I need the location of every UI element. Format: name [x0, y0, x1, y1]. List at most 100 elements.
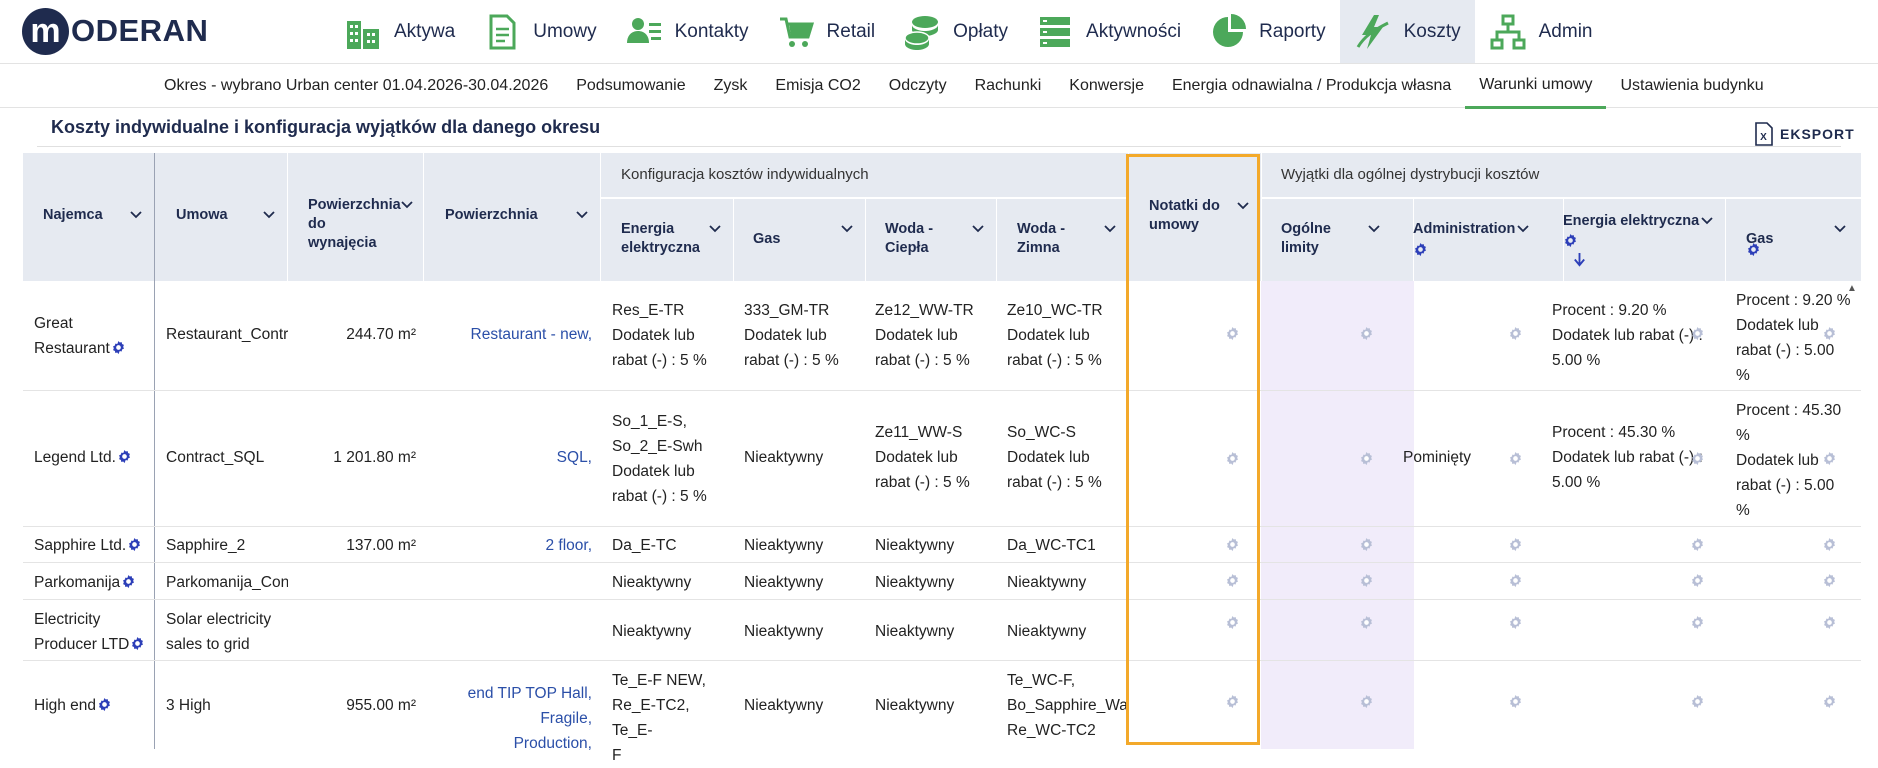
- gear-icon[interactable]: [1508, 537, 1523, 552]
- table-row[interactable]: Legend Ltd.: [34, 445, 132, 470]
- water-cold-cell[interactable]: Nieaktywny: [1007, 619, 1086, 644]
- gas-cell[interactable]: Nieaktywny: [744, 619, 823, 644]
- gas-cell[interactable]: Nieaktywny: [744, 533, 823, 558]
- gear-icon[interactable]: [1413, 242, 1428, 257]
- chevron-down-icon[interactable]: [1834, 225, 1846, 233]
- gear-icon[interactable]: [1563, 233, 1578, 248]
- gas-cell[interactable]: Nieaktywny: [744, 570, 823, 595]
- gas-cell[interactable]: Nieaktywny: [744, 693, 823, 718]
- chevron-down-icon[interactable]: [1701, 217, 1713, 225]
- energy-cell[interactable]: Da_E-TC: [612, 533, 677, 558]
- period-selector[interactable]: Okres - wybrano Urban center 01.04.2026-…: [150, 64, 562, 109]
- tab-emisja-co2[interactable]: Emisja CO2: [761, 64, 874, 109]
- gear-icon[interactable]: [1690, 326, 1705, 341]
- water-hot-cell[interactable]: Nieaktywny: [875, 693, 954, 718]
- chevron-down-icon[interactable]: [841, 225, 853, 233]
- gear-icon[interactable]: [97, 697, 112, 712]
- gear-icon[interactable]: [1508, 615, 1523, 630]
- nav-item-umowy[interactable]: Umowy: [469, 0, 610, 63]
- water-hot-cell[interactable]: Ze12_WW-TR Dodatek lub rabat (-) : 5 %: [875, 298, 974, 373]
- chevron-down-icon[interactable]: [972, 225, 984, 233]
- chevron-down-icon[interactable]: [130, 211, 142, 219]
- col-header-area[interactable]: Powierzchnia: [445, 206, 538, 225]
- gear-icon[interactable]: [1822, 326, 1837, 341]
- gear-icon[interactable]: [1746, 242, 1761, 257]
- col-header-water-cold[interactable]: Woda - Zimna: [1017, 220, 1087, 258]
- table-row[interactable]: High end: [34, 693, 112, 718]
- col-header-exc-energy[interactable]: Energia elektryczna: [1563, 212, 1699, 231]
- energy-cell[interactable]: So_1_E-S, So_2_E-Swh Dodatek lub rabat (-) …: [612, 409, 707, 509]
- gear-icon[interactable]: [1690, 537, 1705, 552]
- water-cold-cell[interactable]: Te_WC-F, Bo_Sapphire_Wat Re_WC-TC2: [1007, 668, 1129, 743]
- gear-icon[interactable]: [1508, 694, 1523, 709]
- water-hot-cell[interactable]: Nieaktywny: [875, 533, 954, 558]
- area-link[interactable]: 2 floor,: [423, 533, 592, 558]
- chevron-down-icon[interactable]: [1517, 225, 1529, 233]
- col-header-energy[interactable]: Energia elektryczna: [621, 220, 711, 258]
- gear-icon[interactable]: [111, 340, 126, 355]
- water-hot-cell[interactable]: Ze11_WW-S Dodatek lub rabat (-) : 5 %: [875, 420, 970, 495]
- gear-icon[interactable]: [127, 537, 142, 552]
- water-hot-cell[interactable]: Nieaktywny: [875, 570, 954, 595]
- gear-icon[interactable]: [1690, 615, 1705, 630]
- exc-gas-cell[interactable]: Procent : 9.20 % Dodatek lub rabat (-) : 5…: [1736, 288, 1856, 388]
- tab-podsumowanie[interactable]: Podsumowanie: [562, 64, 699, 109]
- gear-icon[interactable]: [1822, 573, 1837, 588]
- table-row[interactable]: Sapphire Ltd.: [34, 533, 142, 558]
- gas-cell[interactable]: Nieaktywny: [744, 445, 823, 470]
- table-row[interactable]: Parkomanija: [34, 570, 136, 595]
- col-header-gas[interactable]: Gas: [753, 230, 780, 249]
- contract-name[interactable]: Solar electricity sales to grid: [166, 607, 286, 657]
- col-header-tenant[interactable]: Najemca: [43, 206, 103, 225]
- nav-item-raporty[interactable]: Raporty: [1195, 0, 1340, 63]
- gear-icon[interactable]: [1508, 451, 1523, 466]
- gear-icon[interactable]: [1508, 326, 1523, 341]
- tab-energia-odnawialna[interactable]: Energia odnawialna / Produkcja własna: [1158, 64, 1465, 109]
- table-row[interactable]: Electricity Producer LTD: [34, 607, 154, 657]
- col-header-rentable-area[interactable]: Powierzchnia do wynajęcia: [308, 196, 401, 253]
- energy-cell[interactable]: Nieaktywny: [612, 570, 691, 595]
- chevron-down-icon[interactable]: [1368, 225, 1380, 233]
- gear-icon[interactable]: [1690, 694, 1705, 709]
- chevron-down-icon[interactable]: [401, 201, 413, 209]
- col-header-administration[interactable]: Administration: [1413, 220, 1515, 239]
- nav-item-aktywnosci[interactable]: Aktywności: [1022, 0, 1195, 63]
- tenant-name[interactable]: Great Restaurant: [34, 315, 110, 357]
- gear-icon[interactable]: [1359, 537, 1374, 552]
- gear-icon[interactable]: [130, 636, 145, 651]
- col-header-contract[interactable]: Umowa: [176, 206, 228, 225]
- gear-icon[interactable]: [1690, 451, 1705, 466]
- contract-name[interactable]: Restaurant_Contr: [166, 322, 288, 347]
- nav-item-koszty[interactable]: Koszty: [1339, 0, 1475, 63]
- tab-odczyty[interactable]: Odczyty: [875, 64, 961, 109]
- contract-name[interactable]: Sapphire_2: [166, 533, 245, 558]
- contract-name[interactable]: 3 High: [166, 693, 211, 718]
- gear-icon[interactable]: [1508, 573, 1523, 588]
- gear-icon[interactable]: [1359, 694, 1374, 709]
- gear-icon[interactable]: [121, 574, 136, 589]
- water-cold-cell[interactable]: Ze10_WC-TR Dodatek lub rabat (-) : 5 %: [1007, 298, 1103, 373]
- col-header-water-hot[interactable]: Woda - Ciepła: [885, 220, 955, 258]
- gear-icon[interactable]: [1822, 694, 1837, 709]
- chevron-down-icon[interactable]: [709, 225, 721, 233]
- tenant-name[interactable]: Legend Ltd.: [34, 449, 116, 466]
- tab-rachunki[interactable]: Rachunki: [961, 64, 1056, 109]
- nav-item-admin[interactable]: Admin: [1475, 0, 1607, 63]
- water-cold-cell[interactable]: Nieaktywny: [1007, 570, 1086, 595]
- water-hot-cell[interactable]: Nieaktywny: [875, 619, 954, 644]
- gear-icon[interactable]: [1359, 573, 1374, 588]
- tab-zysk[interactable]: Zysk: [700, 64, 762, 109]
- energy-cell[interactable]: Nieaktywny: [612, 619, 691, 644]
- contract-name[interactable]: Contract_SQL: [166, 445, 264, 470]
- area-link[interactable]: SQL,: [423, 445, 592, 470]
- moderan-logo[interactable]: m ODERAN: [22, 6, 208, 56]
- tenant-name[interactable]: Parkomanija: [34, 574, 120, 591]
- area-link[interactable]: Restaurant - new,: [423, 322, 592, 347]
- chevron-down-icon[interactable]: [576, 211, 588, 219]
- sort-arrow-down-icon[interactable]: [1572, 252, 1587, 267]
- export-button[interactable]: X EKSPORT: [1754, 122, 1855, 146]
- tenant-name[interactable]: Sapphire Ltd.: [34, 537, 126, 554]
- gear-icon[interactable]: [117, 449, 132, 464]
- nav-item-kontakty[interactable]: Kontakty: [611, 0, 763, 63]
- tenant-name[interactable]: High end: [34, 697, 96, 714]
